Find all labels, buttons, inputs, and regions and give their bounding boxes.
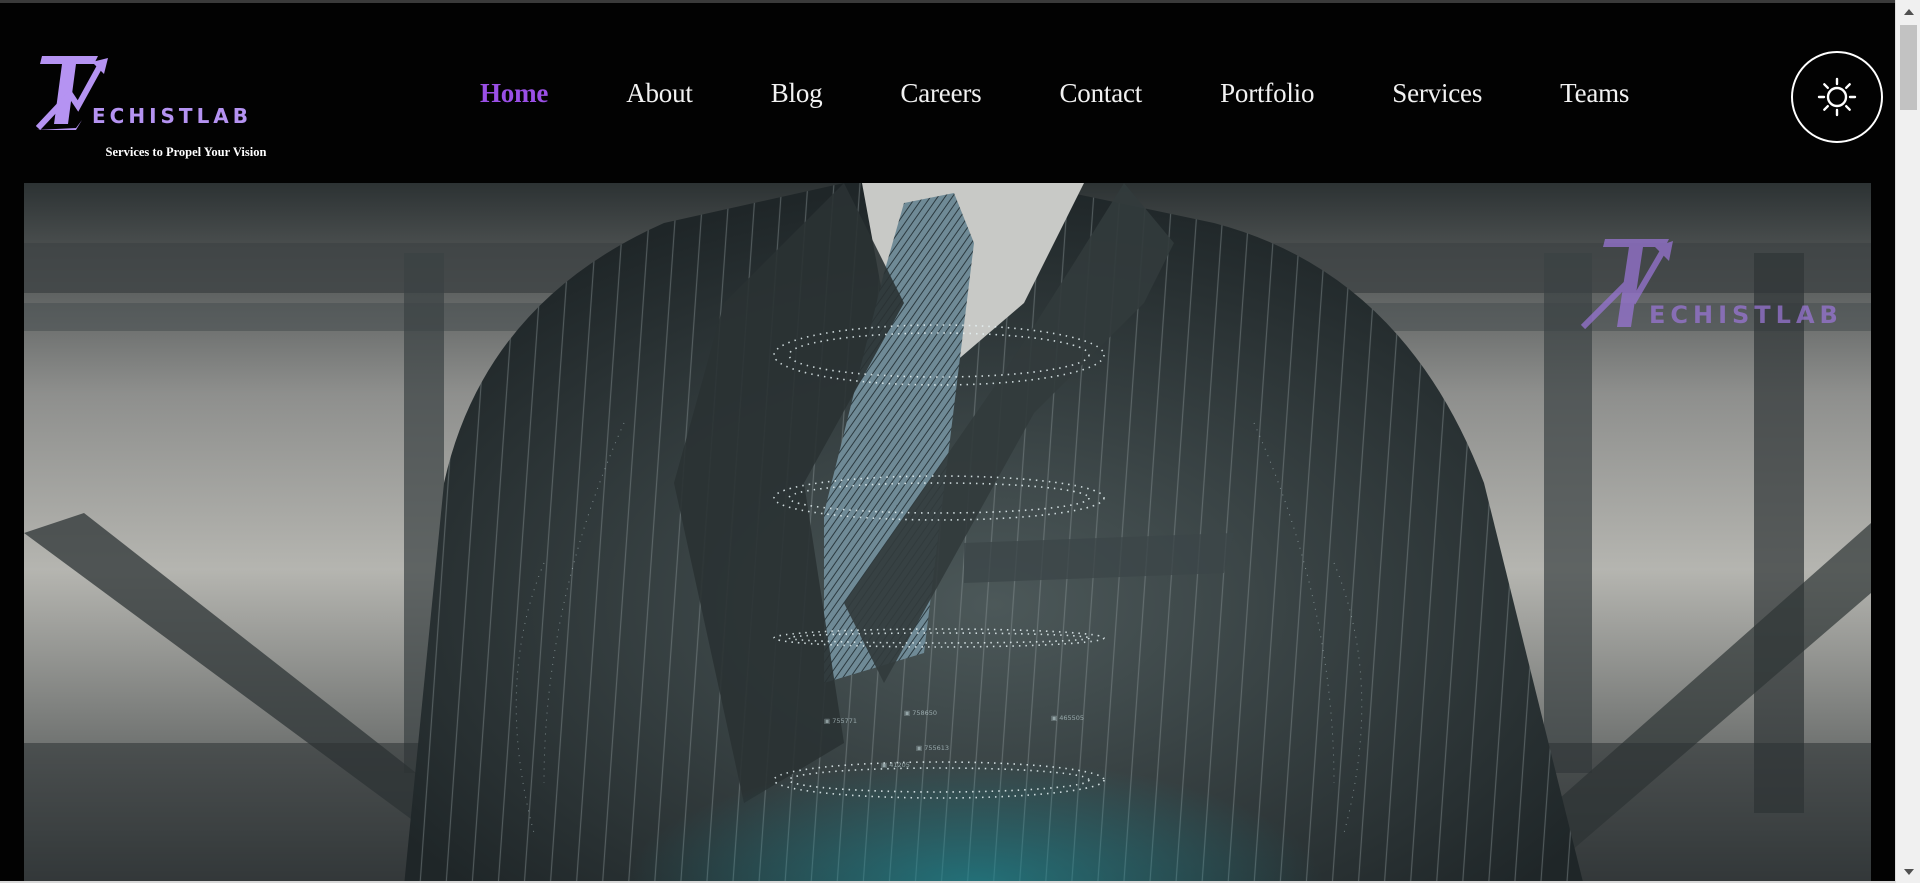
brand-tagline: Services to Propel Your Vision [105,145,267,159]
browser-viewport: ECHISTLAB Services to Propel Your Vision… [0,0,1895,883]
watermark-logo-icon: ECHISTLAB [1580,239,1843,330]
chevron-up-icon [1903,8,1914,15]
nav-item-services[interactable]: Services [1392,78,1482,109]
nav-item-about[interactable]: About [626,78,693,109]
svg-text:▣ 758650: ▣ 758650 [904,709,937,717]
hero-banner: ▣ 755771 ▣ 758650 ▣ 465505 ▣ 755613 ▣ 41… [24,183,1871,883]
brand-logo[interactable]: ECHISTLAB Services to Propel Your Vision [36,50,266,165]
svg-text:▣ 755771: ▣ 755771 [824,717,857,725]
sun-icon [1817,77,1857,117]
scroll-up-button[interactable] [1896,3,1920,20]
svg-text:ECHISTLAB: ECHISTLAB [1649,301,1843,329]
svg-text:▣ 465505: ▣ 465505 [1051,714,1084,722]
vertical-scrollbar[interactable] [1895,0,1920,883]
nav-item-teams[interactable]: Teams [1560,78,1629,109]
svg-text:ECHISTLAB: ECHISTLAB [92,104,252,128]
nav-item-portfolio[interactable]: Portfolio [1220,78,1314,109]
nav-item-contact[interactable]: Contact [1059,78,1142,109]
svg-text:▣ 41205: ▣ 41205 [881,761,910,769]
theme-toggle-button[interactable] [1791,51,1883,143]
nav-item-home[interactable]: Home [480,78,548,109]
main-nav: Home About Blog Careers Contact Portfoli… [480,78,1629,109]
scroll-thumb[interactable] [1900,25,1917,110]
scroll-down-button[interactable] [1896,863,1920,880]
site-header: ECHISTLAB Services to Propel Your Vision… [0,6,1895,183]
nav-item-careers[interactable]: Careers [900,78,981,109]
logo-mark-icon: ECHISTLAB [36,56,252,131]
svg-text:▣ 755613: ▣ 755613 [916,744,949,752]
nav-item-blog[interactable]: Blog [771,78,823,109]
hero-logo-watermark: ECHISTLAB [1579,231,1844,336]
chevron-down-icon [1903,868,1914,875]
